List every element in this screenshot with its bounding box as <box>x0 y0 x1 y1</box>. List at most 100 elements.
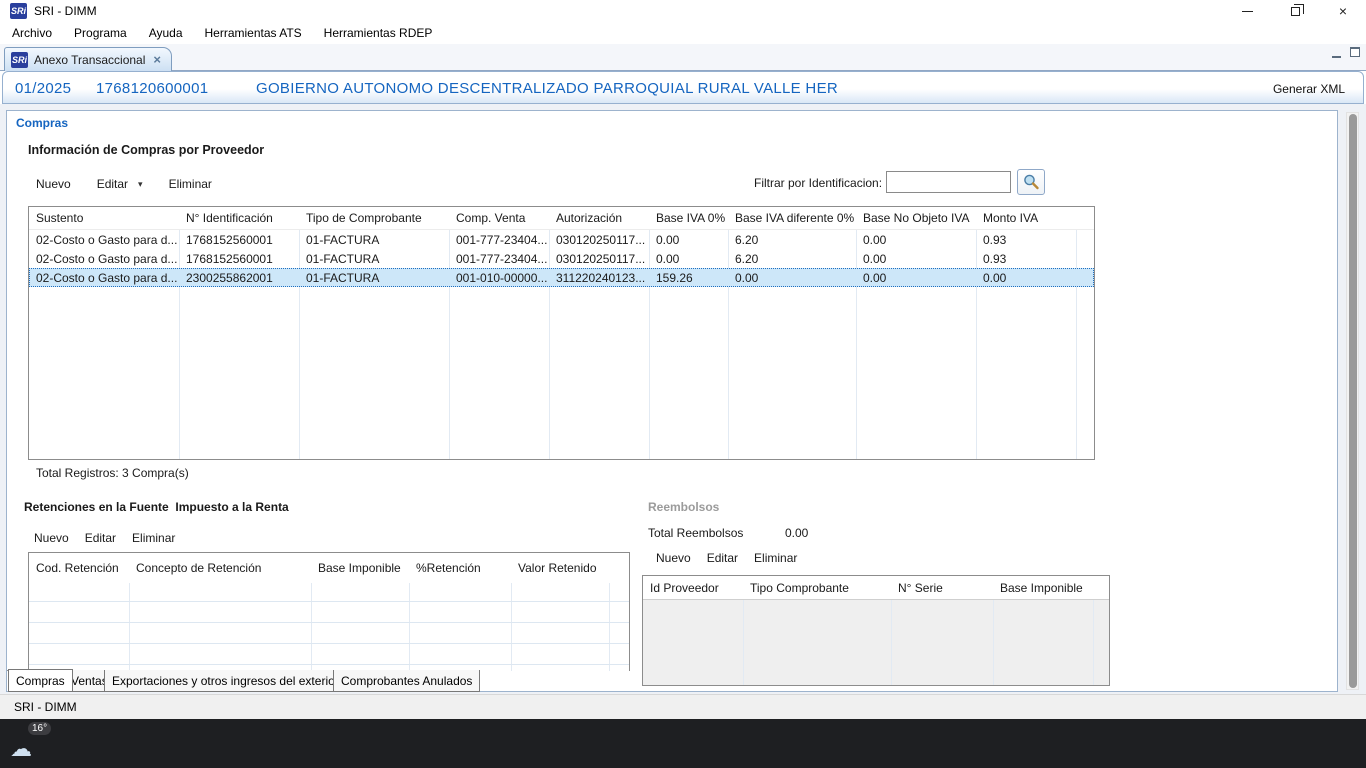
ret-nuevo-button[interactable]: Nuevo <box>34 531 69 545</box>
taskbar: ☁ 16° Búsqueda <box>0 719 1366 768</box>
reem-eliminar-button[interactable]: Eliminar <box>754 551 797 565</box>
application-window: SRi SRI - DIMM × Archivo Programa Ayuda … <box>0 0 1366 768</box>
cell: 0.00 <box>728 271 856 285</box>
cell: 6.20 <box>728 233 856 247</box>
vertical-scrollbar[interactable] <box>1346 112 1359 690</box>
compras-table[interactable]: Sustento N° Identificación Tipo de Compr… <box>28 206 1095 460</box>
window-title: SRI - DIMM <box>34 4 97 18</box>
tab-compras[interactable]: Compras <box>8 669 73 692</box>
menu-archivo[interactable]: Archivo <box>2 23 62 43</box>
retenciones-table[interactable]: Cod. Retención Concepto de Retención Bas… <box>28 552 630 671</box>
cell: 02-Costo o Gasto para d... <box>29 233 179 247</box>
filter-label: Filtrar por Identificacion: <box>754 176 882 190</box>
col-base-iva-0[interactable]: Base IVA 0% <box>649 211 728 225</box>
cell: 030120250117... <box>549 233 649 247</box>
filter-input[interactable] <box>886 171 1011 193</box>
cell: 0.00 <box>649 233 728 247</box>
col-sustento[interactable]: Sustento <box>29 211 179 225</box>
cell: 1768152560001 <box>179 233 299 247</box>
col-tipo-comprobante[interactable]: Tipo de Comprobante <box>299 211 449 225</box>
reem-nuevo-button[interactable]: Nuevo <box>656 551 691 565</box>
cell: 02-Costo o Gasto para d... <box>29 252 179 266</box>
ret-eliminar-button[interactable]: Eliminar <box>132 531 175 545</box>
cell: 6.20 <box>728 252 856 266</box>
minimize-icon <box>1242 11 1253 12</box>
tab-anexo-transaccional[interactable]: SRi Anexo Transaccional × <box>4 47 172 71</box>
menu-ayuda[interactable]: Ayuda <box>139 23 193 43</box>
reembolsos-table[interactable]: Id Proveedor Tipo Comprobante N° Serie B… <box>642 575 1110 686</box>
table-row[interactable]: 02-Costo o Gasto para d... 1768152560001… <box>29 249 1094 268</box>
compras-section-label: Compras <box>16 116 68 130</box>
cell: 01-FACTURA <box>299 233 449 247</box>
retenciones-toolbar: Nuevo Editar Eliminar <box>34 531 175 545</box>
col-base-imponible[interactable]: Base Imponible <box>311 561 409 575</box>
sri-tab-icon: SRi <box>11 52 28 68</box>
ret-editar-button[interactable]: Editar <box>85 531 116 545</box>
ruc-value: 1768120600001 <box>96 80 208 97</box>
eliminar-button[interactable]: Eliminar <box>169 177 212 191</box>
col-serie[interactable]: N° Serie <box>891 581 993 595</box>
editar-dropdown-icon[interactable]: ▾ <box>138 179 143 190</box>
col-valor-retenido[interactable]: Valor Retenido <box>511 561 609 575</box>
cell: 2300255862001 <box>179 271 299 285</box>
retenciones-table-header: Cod. Retención Concepto de Retención Bas… <box>29 553 629 583</box>
view-maximize-icon <box>1350 47 1360 57</box>
reembolsos-total-label: Total Reembolsos <box>648 526 743 540</box>
restore-button[interactable] <box>1272 0 1318 22</box>
retenciones-title: Retenciones en la Fuente Impuesto a la R… <box>24 500 289 514</box>
minimize-button[interactable] <box>1224 0 1270 22</box>
menu-herramientas-ats[interactable]: Herramientas ATS <box>195 23 312 43</box>
close-button[interactable]: × <box>1320 0 1366 22</box>
cloud-icon: ☁ <box>10 736 32 762</box>
col-concepto[interactable]: Concepto de Retención <box>129 561 311 575</box>
weather-widget[interactable]: ☁ 16° <box>8 722 52 765</box>
declaration-header: 01/2025 1768120600001 GOBIERNO AUTONOMO … <box>2 71 1364 104</box>
menu-herramientas-rdep[interactable]: Herramientas RDEP <box>314 23 443 43</box>
cell: 001-777-23404... <box>449 233 549 247</box>
tab-close-icon[interactable]: × <box>151 52 163 67</box>
table-row[interactable]: 02-Costo o Gasto para d... 1768152560001… <box>29 230 1094 249</box>
col-tipo-comprobante[interactable]: Tipo Comprobante <box>743 581 891 595</box>
title-bar: SRi SRI - DIMM × <box>0 0 1366 22</box>
col-base-imponible[interactable]: Base Imponible <box>993 581 1093 595</box>
cell: 0.00 <box>856 271 976 285</box>
col-id-proveedor[interactable]: Id Proveedor <box>643 581 743 595</box>
status-bar: SRI - DIMM <box>0 694 1366 719</box>
taxpayer-name: GOBIERNO AUTONOMO DESCENTRALIZADO PARROQ… <box>256 80 838 97</box>
view-minimize-icon <box>1332 56 1341 58</box>
tab-comprobantes-anulados[interactable]: Comprobantes Anulados <box>333 670 480 692</box>
cell: 159.26 <box>649 271 728 285</box>
menu-bar: Archivo Programa Ayuda Herramientas ATS … <box>0 22 1366 44</box>
col-base-no-objeto[interactable]: Base No Objeto IVA <box>856 211 976 225</box>
generar-xml-button[interactable]: Generar XML <box>1273 82 1345 96</box>
editar-button[interactable]: Editar ▾ <box>97 177 143 191</box>
cell: 001-010-00000... <box>449 271 549 285</box>
reembolsos-title: Reembolsos <box>648 500 719 514</box>
tab-exportaciones[interactable]: Exportaciones y otros ingresos del exter… <box>104 670 347 692</box>
col-cod-retencion[interactable]: Cod. Retención <box>29 561 129 575</box>
col-identificacion[interactable]: N° Identificación <box>179 211 299 225</box>
restore-icon <box>1291 7 1300 16</box>
editor-tab-row: SRi Anexo Transaccional × <box>0 44 1366 71</box>
col-comp-venta[interactable]: Comp. Venta <box>449 211 549 225</box>
menu-programa[interactable]: Programa <box>64 23 137 43</box>
cell: 0.00 <box>976 271 1076 285</box>
col-monto-iva[interactable]: Monto IVA <box>976 211 1076 225</box>
col-autorizacion[interactable]: Autorización <box>549 211 649 225</box>
col-pct-retencion[interactable]: %Retención <box>409 561 511 575</box>
nuevo-button[interactable]: Nuevo <box>36 177 71 191</box>
reembolsos-total-value: 0.00 <box>785 526 808 540</box>
reem-editar-button[interactable]: Editar <box>707 551 738 565</box>
view-maximize-button[interactable] <box>1348 47 1362 59</box>
filter-search-button[interactable] <box>1017 169 1045 195</box>
search-icon <box>1022 173 1040 191</box>
col-base-iva-dif[interactable]: Base IVA diferente 0% <box>728 211 856 225</box>
scrollbar-thumb[interactable] <box>1349 114 1357 688</box>
reembolsos-toolbar: Nuevo Editar Eliminar <box>656 551 797 565</box>
editar-label: Editar <box>97 177 128 191</box>
reembolsos-table-header: Id Proveedor Tipo Comprobante N° Serie B… <box>643 576 1109 600</box>
view-minimize-button[interactable] <box>1330 47 1344 59</box>
table-row-selected[interactable]: 02-Costo o Gasto para d... 2300255862001… <box>29 268 1094 287</box>
reembolsos-table-body <box>643 600 1109 685</box>
cell: 0.00 <box>649 252 728 266</box>
